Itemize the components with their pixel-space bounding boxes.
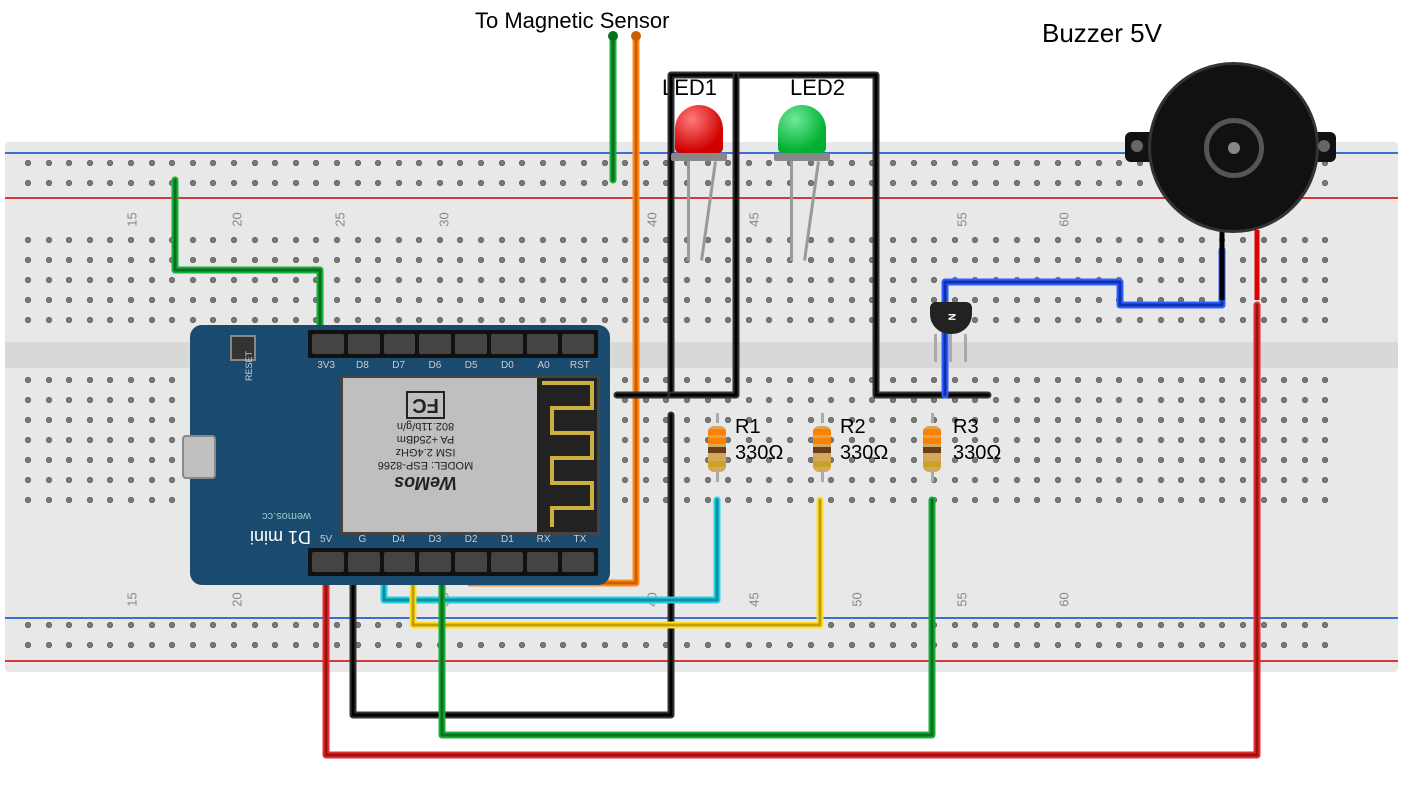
led2-label: LED2	[790, 75, 845, 101]
usb-port-icon	[182, 435, 216, 479]
r3-value: 330Ω	[953, 442, 1001, 465]
transistor-bc547: N	[930, 302, 972, 362]
r1-value: 330Ω	[735, 442, 783, 465]
buzzer-5v	[1133, 62, 1328, 237]
pin-header-bottom: document.write(Array(8).fill('<div style…	[308, 548, 598, 576]
magnetic-sensor-label: To Magnetic Sensor	[475, 8, 669, 34]
resistor-r2	[813, 418, 831, 498]
r3-name: R3	[953, 416, 979, 439]
led1-red	[675, 105, 723, 195]
r2-name: R2	[840, 416, 866, 439]
pin-labels-bottom: 5V G D4 D3 D2 D1 RX TX	[308, 534, 598, 545]
esp8266-shield: WeMos MODEL: ESP-8266 ISM 2.4GHz PA +25d…	[340, 375, 600, 535]
pin-labels-top: 3V3 D8 D7 D6 D5 D0 A0 RST	[308, 360, 598, 371]
board-name-text: D1 mini wemos.cc	[250, 508, 311, 547]
r2-value: 330Ω	[840, 442, 888, 465]
pin-header-top: document.write(Array(8).fill('<div style…	[308, 330, 598, 358]
resistor-r3	[923, 418, 941, 498]
led2-green	[778, 105, 826, 195]
r1-name: R1	[735, 416, 761, 439]
led1-label: LED1	[662, 75, 717, 101]
resistor-r1	[708, 418, 726, 498]
buzzer-label: Buzzer 5V	[1042, 18, 1162, 49]
